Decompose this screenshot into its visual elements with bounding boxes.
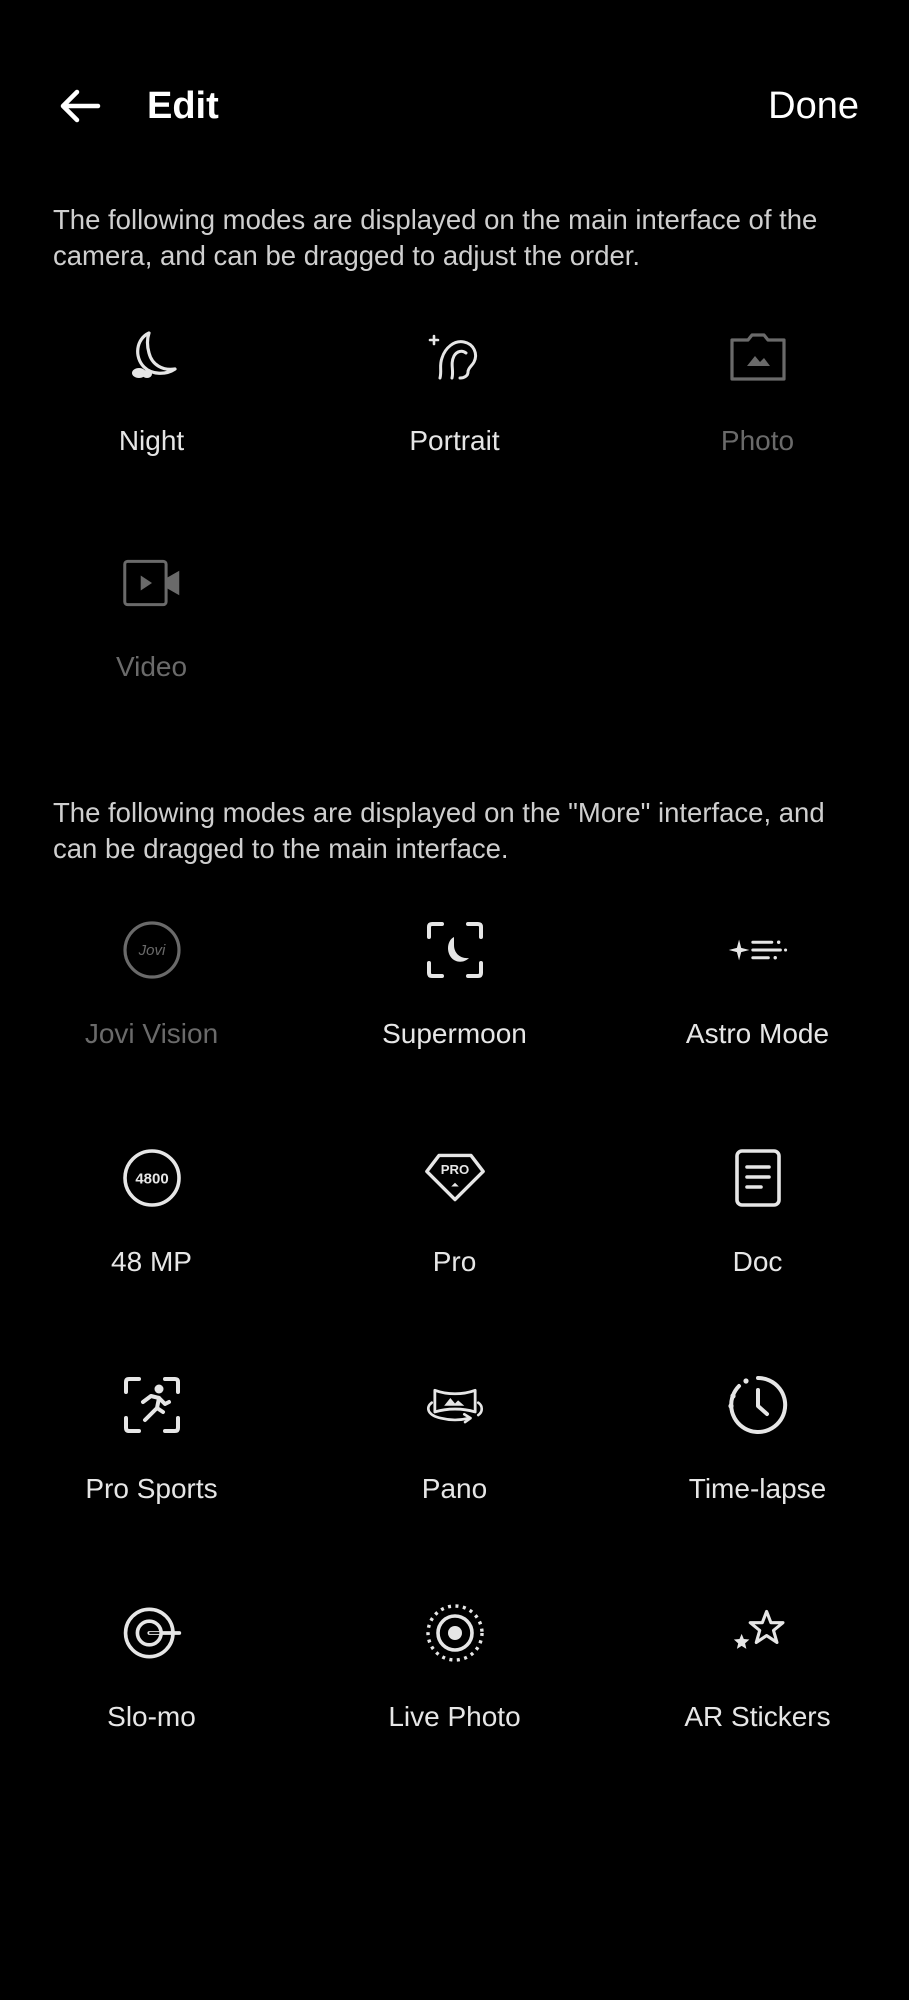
mode-label: Live Photo: [388, 1701, 521, 1732]
live-photo-icon: [424, 1602, 486, 1664]
pro-sports-icon: [121, 1374, 183, 1436]
mode-label: Photo: [720, 425, 795, 456]
mode-pro[interactable]: PRO Pro: [303, 1143, 606, 1333]
more-section-description: The following modes are displayed on the…: [53, 795, 909, 867]
mode-jovi-vision[interactable]: Jovi Jovi Vision: [0, 915, 303, 1105]
slo-mo-icon: [121, 1602, 183, 1664]
moon-icon: [121, 326, 183, 388]
pano-icon: [424, 1374, 486, 1436]
mode-label: 48 MP: [111, 1246, 192, 1277]
mode-live-photo[interactable]: Live Photo: [303, 1598, 606, 1788]
ar-stickers-icon: [727, 1602, 789, 1664]
mode-video[interactable]: Video: [0, 548, 303, 738]
photo-icon: [727, 326, 789, 388]
back-button[interactable]: [50, 78, 110, 134]
mode-label: Pano: [421, 1473, 488, 1504]
page-title: Edit: [147, 85, 219, 127]
mode-portrait[interactable]: Portrait: [303, 322, 606, 512]
mode-label: Doc: [732, 1246, 783, 1277]
mode-label: AR Stickers: [684, 1701, 831, 1732]
arrow-left-icon: [60, 89, 101, 123]
main-section-description: The following modes are displayed on the…: [53, 202, 909, 274]
mode-pano[interactable]: Pano: [303, 1370, 606, 1560]
pro-icon: PRO: [424, 1147, 486, 1209]
mode-photo[interactable]: Photo: [606, 322, 909, 512]
mode-time-lapse[interactable]: Time-lapse: [606, 1370, 909, 1560]
mode-label: Pro Sports: [85, 1473, 218, 1504]
mode-night[interactable]: Night: [0, 322, 303, 512]
mode-label: Jovi Vision: [84, 1018, 219, 1049]
jovi-vision-icon: Jovi: [121, 919, 183, 981]
mode-slo-mo[interactable]: Slo-mo: [0, 1598, 303, 1788]
main-description-line-1: The following modes are displayed on the…: [53, 204, 818, 235]
mode-ar-stickers[interactable]: AR Stickers: [606, 1598, 909, 1788]
astro-icon: [727, 919, 789, 981]
pro-icon-text: PRO: [441, 1162, 469, 1177]
video-icon: [121, 552, 183, 614]
mode-label: Portrait: [409, 425, 500, 456]
mode-label: Supermoon: [382, 1018, 527, 1049]
portrait-icon: [424, 326, 486, 388]
mode-label: Night: [118, 425, 185, 456]
more-description-line-1: The following modes are displayed on the…: [53, 797, 825, 828]
time-lapse-icon: [727, 1374, 789, 1436]
more-description-line-2: can be dragged to the main interface.: [53, 833, 509, 864]
mode-label: Time-lapse: [688, 1473, 827, 1504]
done-button[interactable]: Done: [768, 84, 859, 128]
48mp-icon: 4800: [121, 1147, 183, 1209]
main-description-line-2: camera, and can be dragged to adjust the…: [53, 240, 641, 271]
mode-label: Video: [115, 651, 188, 682]
mode-label: Astro Mode: [685, 1018, 830, 1049]
jovi-icon-text: Jovi: [138, 942, 166, 959]
mode-supermoon[interactable]: Supermoon: [303, 915, 606, 1105]
48mp-icon-text: 4800: [135, 1171, 168, 1188]
doc-icon: [727, 1147, 789, 1209]
mode-doc[interactable]: Doc: [606, 1143, 909, 1333]
mode-label: Slo-mo: [107, 1701, 196, 1732]
supermoon-icon: [424, 919, 486, 981]
header-bar: Edit Done: [0, 0, 909, 212]
mode-48mp[interactable]: 4800 48 MP: [0, 1143, 303, 1333]
mode-pro-sports[interactable]: Pro Sports: [0, 1370, 303, 1560]
mode-astro[interactable]: Astro Mode: [606, 915, 909, 1105]
mode-label: Pro: [432, 1246, 477, 1277]
